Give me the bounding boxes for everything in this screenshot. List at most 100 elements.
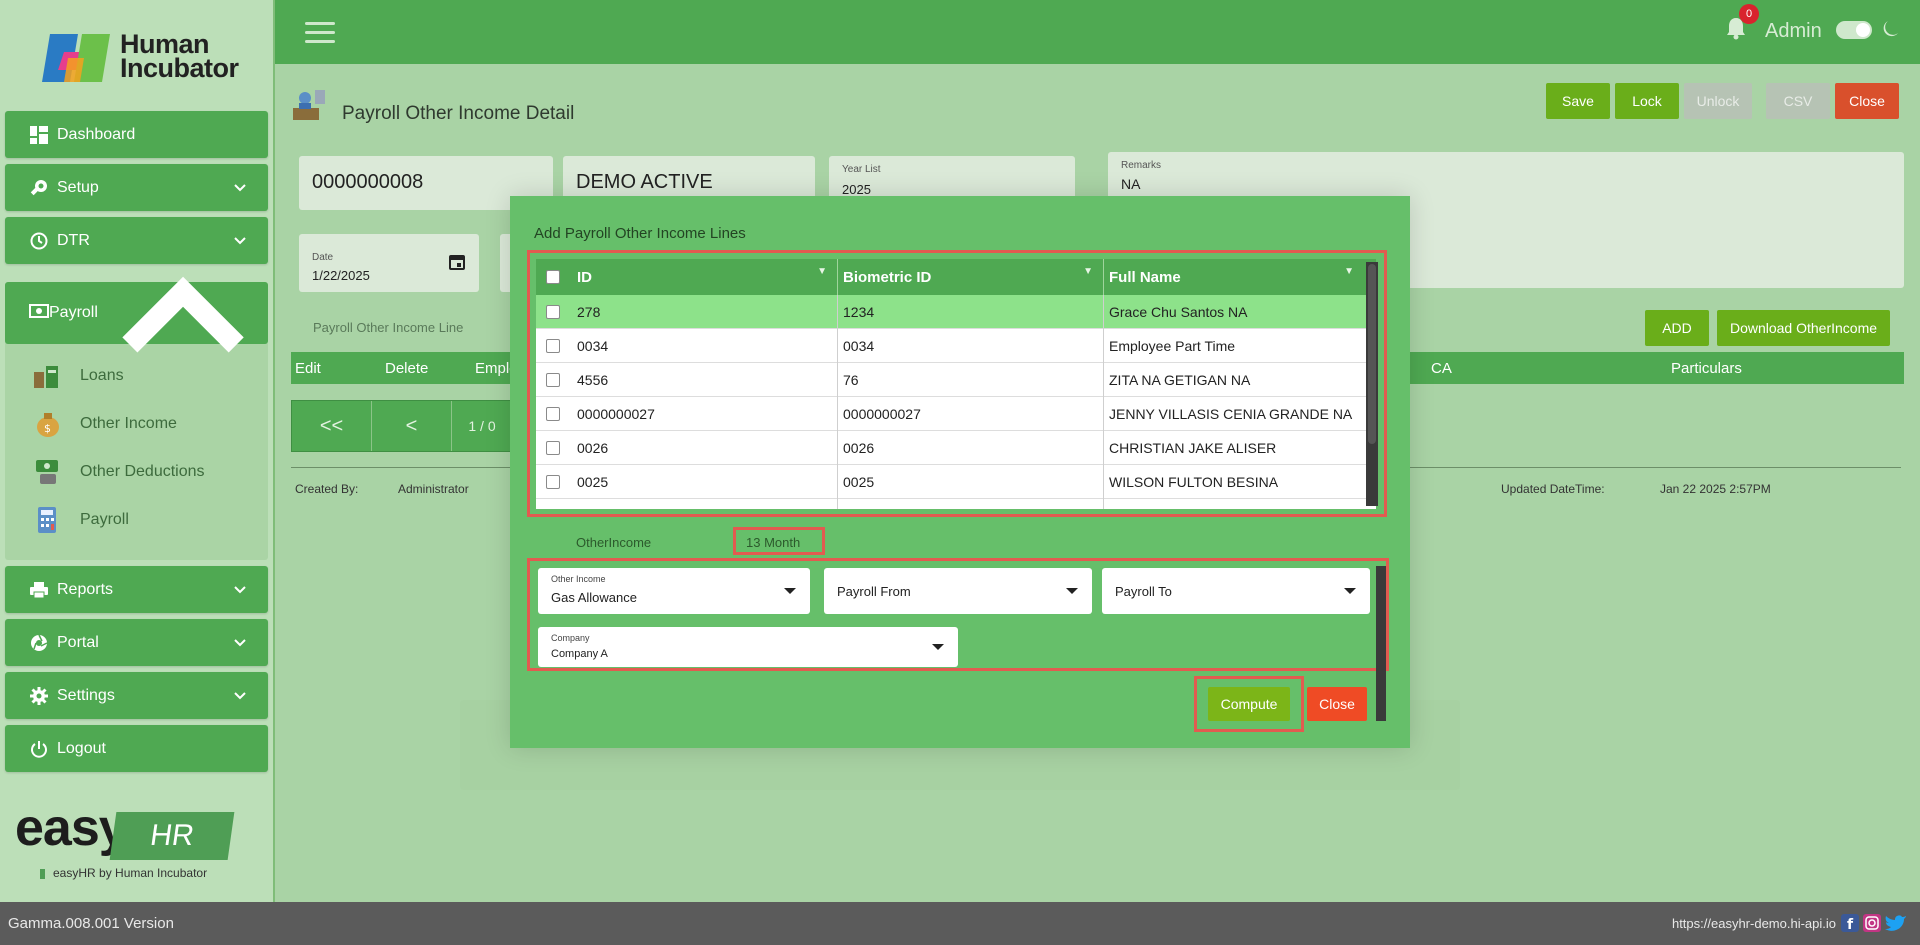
modal-title: Add Payroll Other Income Lines [534, 225, 746, 242]
cell-biometric-id: 76 [838, 363, 1104, 397]
year-list-value: 2025 [842, 182, 871, 197]
table-row[interactable]: 0025 0025 WILSON FULTON BESINA [536, 465, 1376, 499]
column-header-particulars[interactable]: Particulars [1671, 360, 1742, 377]
select-all-checkbox[interactable] [546, 270, 560, 284]
facebook-icon[interactable]: f [1841, 914, 1859, 933]
loans-icon [30, 360, 64, 392]
column-header-biometric-id[interactable]: Biometric ID ▼ [838, 259, 1104, 295]
instagram-icon[interactable] [1863, 914, 1881, 932]
theme-toggle[interactable] [1836, 21, 1872, 39]
sidebar-item-label: Payroll [49, 304, 98, 321]
calendar-icon[interactable] [449, 254, 465, 270]
sidebar-item-label: Setup [57, 178, 99, 196]
cell-id: 0025 [572, 465, 838, 499]
filter-icon[interactable]: ▼ [1344, 266, 1354, 277]
table-row[interactable]: 0034 0034 Employee Part Time [536, 329, 1376, 363]
sidebar-item-reports[interactable]: Reports [5, 566, 268, 613]
human-incubator-logo[interactable]: Human Incubator [38, 28, 248, 88]
user-name[interactable]: Admin [1765, 20, 1822, 43]
column-header-full-name[interactable]: Full Name ▼ [1104, 259, 1376, 295]
table-row[interactable]: 0026 0026 CHRISTIAN JAKE ALISER [536, 431, 1376, 465]
twitter-icon[interactable] [1885, 914, 1906, 932]
sidebar-item-setup[interactable]: Setup [5, 164, 268, 211]
sidebar-item-label: Settings [57, 686, 115, 704]
sidebar-item-payroll[interactable]: Payroll [5, 276, 268, 353]
column-header-ca[interactable]: CA [1431, 360, 1452, 377]
scroll-thumb[interactable] [1368, 264, 1376, 444]
download-other-income-button[interactable]: Download OtherIncome [1717, 310, 1890, 346]
column-header-label: ID [577, 268, 592, 286]
chevron-down-icon [234, 639, 246, 647]
cell-id: 0000000027 [572, 397, 838, 431]
compute-button[interactable]: Compute [1208, 687, 1290, 721]
sidebar-item-dashboard[interactable]: Dashboard [5, 111, 268, 158]
updated-datetime-label: Updated DateTime: [1501, 482, 1605, 496]
remarks-value: NA [1121, 176, 1141, 192]
sidebar-sub-item-other-income[interactable]: $ Other Income [30, 407, 177, 441]
easy-word: easy [15, 799, 128, 857]
payroll-to-placeholder: Payroll To [1115, 584, 1172, 599]
remarks-label: Remarks [1121, 160, 1162, 171]
other-income-select[interactable]: Other Income Gas Allowance [538, 568, 810, 614]
updated-datetime-value: Jan 22 2025 2:57PM [1660, 482, 1771, 496]
save-button[interactable]: Save [1546, 83, 1610, 119]
add-button[interactable]: ADD [1645, 310, 1709, 346]
modal-scrollbar[interactable] [1376, 566, 1386, 721]
csv-button[interactable]: CSV [1766, 83, 1830, 119]
cell-full-name: Employee Part Time [1109, 338, 1236, 354]
page-title: Payroll Other Income Detail [342, 103, 575, 124]
cell-id: 4556 [572, 363, 838, 397]
lock-button[interactable]: Lock [1615, 83, 1679, 119]
sidebar-sub-item-payroll[interactable]: Payroll [30, 503, 129, 537]
row-checkbox[interactable] [546, 305, 560, 319]
row-checkbox[interactable] [546, 373, 560, 387]
created-by-value: Administrator [398, 482, 469, 496]
calculator-icon [30, 504, 64, 536]
first-page-button[interactable]: << [292, 401, 372, 451]
power-icon [29, 739, 49, 759]
unlock-button[interactable]: Unlock [1684, 83, 1752, 119]
sidebar-item-label: DTR [57, 231, 90, 249]
payroll-from-placeholder: Payroll From [837, 584, 911, 599]
close-page-button[interactable]: Close [1835, 83, 1899, 119]
row-checkbox[interactable] [546, 407, 560, 421]
payroll-to-select[interactable]: Payroll To [1102, 568, 1370, 614]
sidebar-sub-item-loans[interactable]: Loans [30, 359, 124, 393]
cell-full-name: CHRISTIAN JAKE ALISER [1109, 440, 1277, 456]
printer-icon [29, 580, 49, 600]
human-incubator-logo-icon [42, 34, 110, 82]
row-checkbox[interactable] [546, 475, 560, 489]
cell-id: 0034 [572, 329, 838, 363]
table-scrollbar[interactable] [1366, 262, 1378, 506]
sidebar-item-settings[interactable]: Settings [5, 672, 268, 719]
column-header-label: Biometric ID [843, 268, 932, 286]
table-row-partial[interactable] [536, 499, 1376, 509]
svg-text:$: $ [44, 422, 51, 435]
filter-icon[interactable]: ▼ [817, 266, 827, 277]
prev-page-button[interactable]: < [372, 401, 452, 451]
cell-biometric-id [838, 499, 1104, 509]
table-row[interactable]: 278 1234 Grace Chu Santos NA [536, 295, 1376, 329]
chevron-down-icon [234, 184, 246, 192]
row-checkbox[interactable] [546, 339, 560, 353]
deductions-icon [30, 456, 64, 488]
row-checkbox[interactable] [546, 441, 560, 455]
wrench-icon [29, 178, 49, 198]
column-header-edit[interactable]: Edit [295, 360, 321, 377]
column-header-id[interactable]: ID ▼ [572, 259, 838, 295]
filter-icon[interactable]: ▼ [1083, 266, 1093, 277]
site-url[interactable]: https://easyhr-demo.hi-api.io [1672, 916, 1836, 931]
sidebar-item-logout[interactable]: Logout [5, 725, 268, 772]
cell-biometric-id: 0034 [838, 329, 1104, 363]
hamburger-menu-icon[interactable] [305, 22, 335, 44]
sidebar-item-portal[interactable]: Portal [5, 619, 268, 666]
date-field[interactable]: Date 1/22/2025 [299, 234, 479, 292]
cell-biometric-id: 0000000027 [838, 397, 1104, 431]
table-row[interactable]: 4556 76 ZITA NA GETIGAN NA [536, 363, 1376, 397]
column-header-delete[interactable]: Delete [385, 360, 428, 377]
payroll-from-select[interactable]: Payroll From [824, 568, 1092, 614]
close-modal-button[interactable]: Close [1307, 687, 1367, 721]
table-row[interactable]: 0000000027 0000000027 JENNY VILLASIS CEN… [536, 397, 1376, 431]
company-select[interactable]: Company Company A [538, 627, 958, 667]
sidebar-sub-item-other-deductions[interactable]: Other Deductions [30, 455, 205, 489]
